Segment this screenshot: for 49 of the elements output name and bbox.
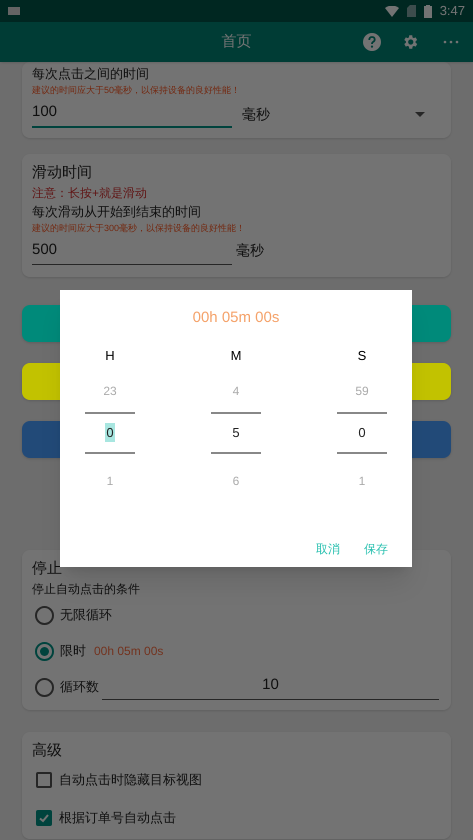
number-input[interactable]: 0: [105, 422, 115, 442]
dialog-title: 00h 05m 00s: [192, 308, 280, 328]
warning: 注意：长按+就是滑动: [32, 185, 148, 202]
option-label[interactable]: 限时: [60, 641, 86, 661]
no-sim-icon: [406, 5, 416, 17]
dialog-button[interactable]: 取消: [316, 540, 340, 558]
number-input[interactable]: 0: [357, 422, 367, 442]
checkbox[interactable]: [36, 810, 52, 826]
card-title: 高级: [32, 741, 63, 761]
clock: 3:47: [440, 2, 465, 20]
column-label: S: [358, 346, 366, 364]
help-icon[interactable]: [363, 33, 381, 51]
column-label: H: [105, 346, 115, 364]
app-title: 首页: [222, 32, 252, 52]
next-value[interactable]: 1: [106, 472, 114, 490]
radio-button[interactable]: [35, 678, 54, 696]
option-label[interactable]: 自动点击时隐藏目标视图: [59, 770, 202, 790]
description: 每次点击之间的时间: [32, 65, 150, 83]
previous-value[interactable]: 23: [103, 382, 117, 400]
input-field[interactable]: 100: [32, 101, 232, 128]
dialog-button[interactable]: 保存: [364, 540, 388, 558]
hint: 建议的时间应大于300毫秒，以保持设备的良好性能！: [32, 222, 246, 234]
unit-label: 毫秒: [236, 240, 264, 260]
radio-button[interactable]: [35, 606, 54, 624]
option-label[interactable]: 无限循环: [60, 605, 112, 625]
option-label[interactable]: 根据订单号自动点击: [59, 808, 176, 828]
count-input[interactable]: 10: [102, 674, 439, 700]
dropdown-icon[interactable]: [415, 112, 425, 117]
card-title: 停止: [32, 558, 63, 578]
option-label[interactable]: 循环数: [60, 677, 99, 697]
checkbox[interactable]: [36, 772, 52, 788]
radio-button[interactable]: [35, 642, 54, 660]
check-icon: [38, 812, 50, 824]
battery-icon: [424, 4, 432, 18]
number-input[interactable]: 5: [231, 422, 241, 442]
description: 停止自动点击的条件: [32, 581, 141, 598]
next-value[interactable]: 1: [358, 472, 366, 490]
unit-label: 毫秒: [242, 104, 270, 124]
next-value[interactable]: 6: [232, 472, 240, 490]
wifi-icon: [384, 6, 399, 16]
card-title: 滑动时间: [32, 162, 93, 182]
input-field[interactable]: 500: [32, 239, 232, 264]
previous-value[interactable]: 59: [355, 382, 369, 400]
description: 每次滑动从开始到结束的时间: [32, 203, 202, 221]
column-label: M: [230, 346, 242, 364]
hint: 建议的时间应大于50毫秒，以保持设备的良好性能！: [32, 84, 242, 96]
notification-icon: [8, 7, 20, 15]
previous-value[interactable]: 4: [232, 382, 240, 400]
more-icon[interactable]: [443, 40, 459, 44]
